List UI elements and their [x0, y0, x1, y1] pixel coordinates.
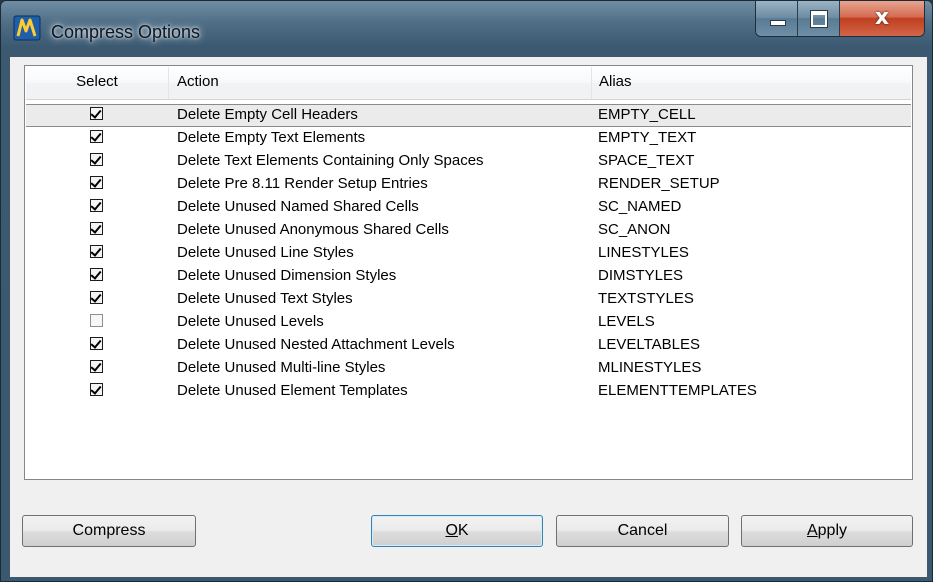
caption-buttons: x [755, 1, 925, 37]
alias-cell: RENDER_SETUP [598, 175, 720, 192]
action-cell: Delete Unused Dimension Styles [177, 267, 397, 284]
maximize-button[interactable] [798, 1, 840, 36]
alias-cell: LEVELTABLES [598, 336, 700, 353]
select-checkbox[interactable] [90, 314, 103, 327]
list-rows: Delete Empty Cell Headers EMPTY_CELL Delet… [26, 104, 911, 403]
compress-options-list[interactable]: Select Action Alias Delete Empty Cell He… [24, 65, 913, 480]
checkmark-icon [90, 268, 102, 280]
close-button[interactable]: x [840, 1, 924, 36]
compress-button[interactable]: Compress [22, 515, 196, 547]
column-header-action[interactable]: Action [169, 67, 592, 99]
alias-cell: DIMSTYLES [598, 267, 684, 284]
checkmark-icon [90, 130, 102, 142]
select-checkbox[interactable] [90, 199, 103, 212]
column-header-select[interactable]: Select [26, 67, 169, 99]
alias-cell: EMPTY_TEXT [598, 129, 697, 146]
select-checkbox[interactable] [90, 130, 103, 143]
apply-button[interactable]: Apply [741, 515, 913, 547]
table-row[interactable]: Delete Pre 8.11 Render Setup Entries REND… [26, 173, 911, 196]
select-checkbox[interactable] [90, 222, 103, 235]
action-cell: Delete Empty Text Elements [177, 129, 366, 146]
alias-cell: SC_NAMED [598, 198, 682, 215]
list-header: Select Action Alias [26, 67, 911, 100]
ok-mnemonic: O [445, 522, 458, 539]
table-row[interactable]: Delete Unused Element Templates ELEMENTTE… [26, 380, 911, 403]
checkmark-icon [90, 153, 102, 165]
app-logo-icon [13, 15, 41, 41]
alias-cell: MLINESTYLES [598, 359, 702, 376]
close-icon: x [874, 5, 890, 30]
select-checkbox[interactable] [90, 360, 103, 373]
action-cell: Delete Unused Nested Attachment Levels [177, 336, 455, 353]
alias-cell: LEVELS [598, 313, 655, 330]
apply-label-rest: pply [817, 522, 848, 539]
select-checkbox[interactable] [90, 153, 103, 166]
select-checkbox[interactable] [90, 383, 103, 396]
checkmark-icon [90, 107, 102, 119]
table-row[interactable]: Delete Empty Text Elements EMPTY_TEXT [26, 127, 911, 150]
table-row[interactable]: Delete Unused Anonymous Shared Cells SC_A… [26, 219, 911, 242]
checkmark-icon [90, 383, 102, 395]
column-header-alias[interactable]: Alias [592, 67, 912, 99]
action-cell: Delete Unused Element Templates [177, 382, 408, 399]
window-title: Compress Options [51, 22, 201, 42]
alias-cell: TEXTSTYLES [598, 290, 694, 307]
table-row[interactable]: Delete Unused Line Styles LINESTYLES [26, 242, 911, 265]
ok-label-rest: K [457, 522, 469, 539]
checkmark-icon [90, 360, 102, 372]
checkmark-icon [90, 199, 102, 211]
select-checkbox[interactable] [90, 268, 103, 281]
action-cell: Delete Unused Multi-line Styles [177, 359, 386, 376]
select-checkbox[interactable] [90, 176, 103, 189]
dialog-client-area: Select Action Alias Delete Empty Cell He… [9, 56, 928, 578]
select-checkbox[interactable] [90, 245, 103, 258]
action-cell: Delete Unused Levels [177, 313, 324, 330]
action-cell: Delete Unused Line Styles [177, 244, 354, 261]
maximize-icon [810, 10, 828, 28]
table-row[interactable]: Delete Text Elements Containing Only Spa… [26, 150, 911, 173]
table-row[interactable]: Delete Unused Named Shared Cells SC_NAMED [26, 196, 911, 219]
select-checkbox[interactable] [90, 337, 103, 350]
minimize-icon [770, 20, 786, 26]
checkmark-icon [90, 176, 102, 188]
alias-cell: EMPTY_CELL [598, 106, 696, 123]
table-row[interactable]: Delete Unused Nested Attachment Levels LE… [26, 334, 911, 357]
action-cell: Delete Pre 8.11 Render Setup Entries [177, 175, 428, 192]
action-cell: Delete Unused Text Styles [177, 290, 353, 307]
table-row[interactable]: Delete Unused Levels LEVELS [26, 311, 911, 334]
select-checkbox[interactable] [90, 291, 103, 304]
table-row[interactable]: Delete Empty Cell Headers EMPTY_CELL [26, 104, 911, 127]
action-cell: Delete Unused Named Shared Cells [177, 198, 419, 215]
minimize-button[interactable] [756, 1, 798, 36]
title-bar[interactable]: Compress Options x [1, 1, 932, 55]
alias-cell: ELEMENTTEMPLATES [598, 382, 757, 399]
table-row[interactable]: Delete Unused Dimension Styles DIMSTYLES [26, 265, 911, 288]
checkmark-icon [90, 337, 102, 349]
alias-cell: SPACE_TEXT [598, 152, 695, 169]
compress-options-dialog: Compress Options x Select Action Alias D… [0, 0, 933, 582]
action-cell: Delete Unused Anonymous Shared Cells [177, 221, 449, 238]
select-checkbox[interactable] [90, 107, 103, 120]
checkmark-icon [90, 245, 102, 257]
action-cell: Delete Empty Cell Headers [177, 106, 358, 123]
alias-cell: SC_ANON [598, 221, 671, 238]
checkmark-icon [90, 291, 102, 303]
checkmark-icon [90, 222, 102, 234]
apply-mnemonic: A [806, 522, 818, 539]
action-cell: Delete Text Elements Containing Only Spa… [177, 152, 484, 169]
table-row[interactable]: Delete Unused Text Styles TEXTSTYLES [26, 288, 911, 311]
alias-cell: LINESTYLES [598, 244, 689, 261]
cancel-button[interactable]: Cancel [556, 515, 729, 547]
table-row[interactable]: Delete Unused Multi-line Styles MLINESTYL… [26, 357, 911, 380]
ok-button[interactable]: OK [371, 515, 543, 547]
